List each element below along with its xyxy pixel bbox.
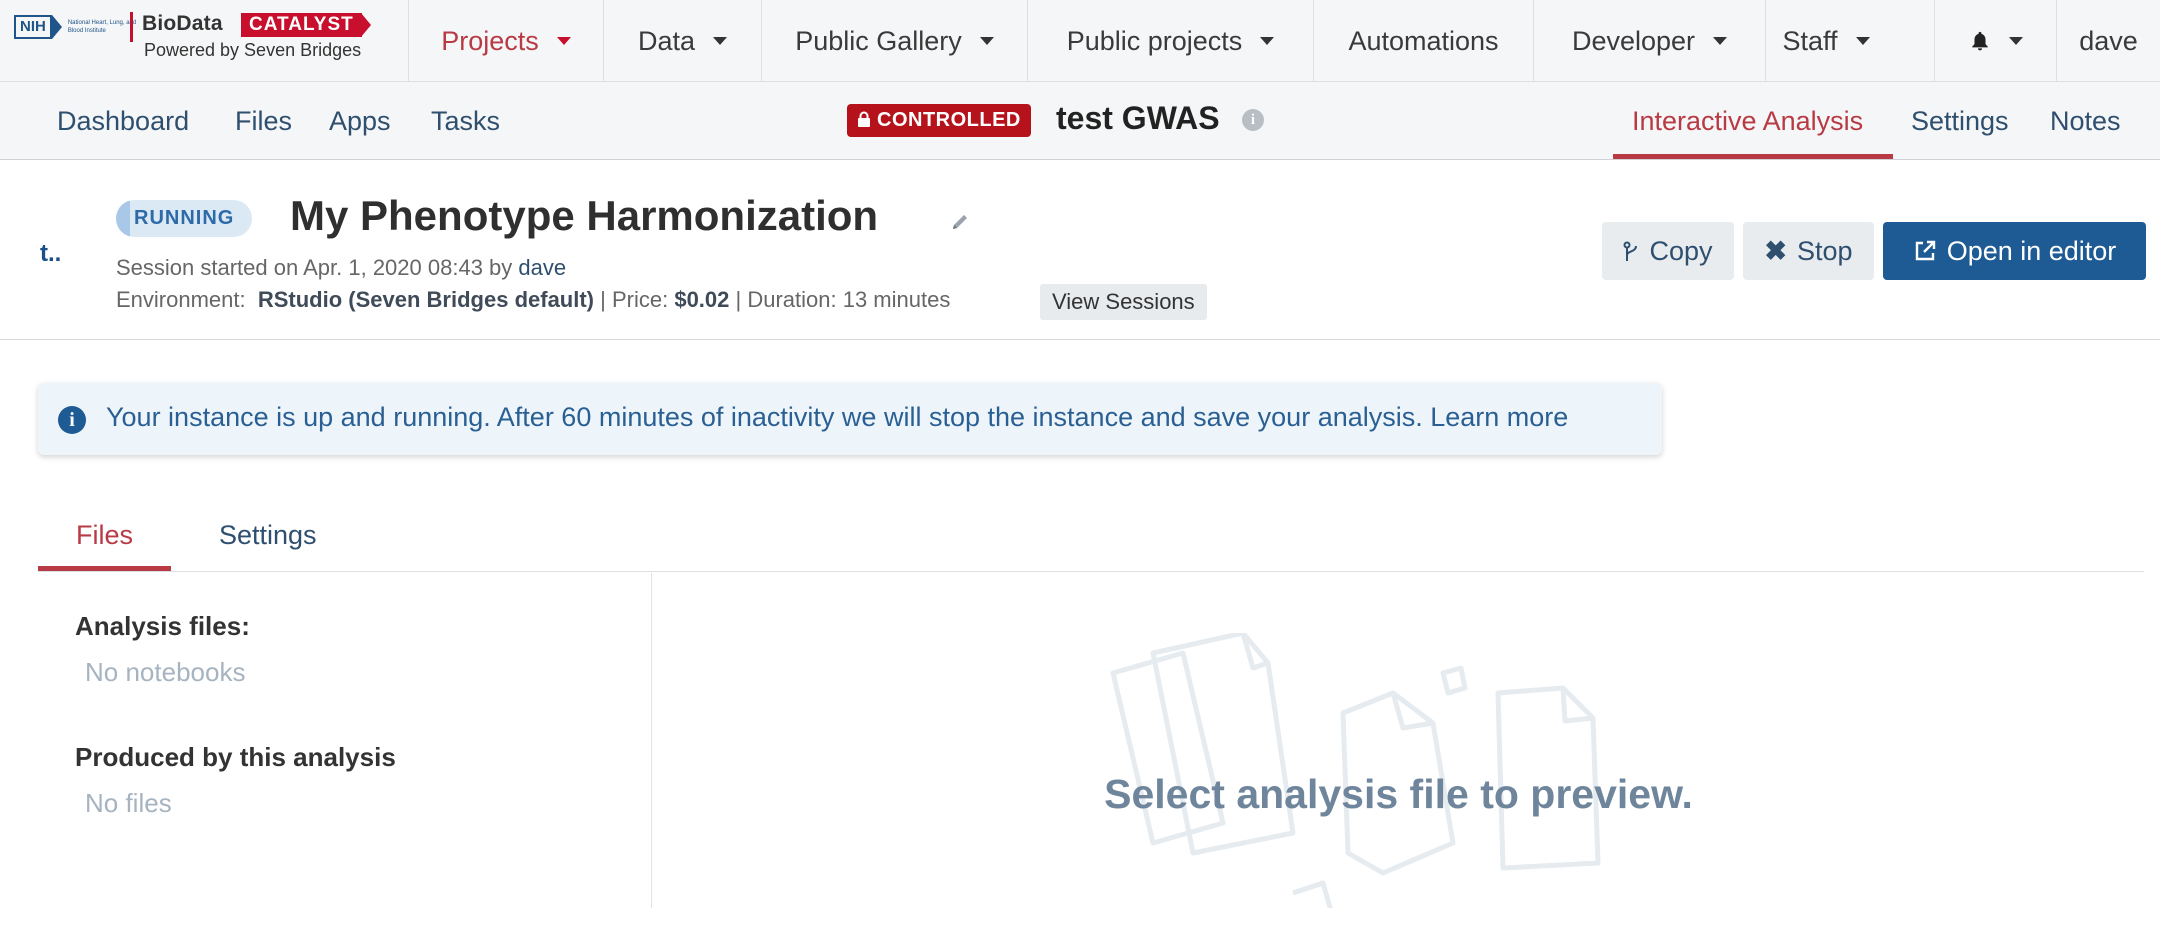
info-icon[interactable]: i [1242,109,1264,131]
active-tab-indicator [38,566,171,571]
duration: | Duration: 13 minutes [735,287,951,312]
lock-icon [858,111,870,127]
subnav-interactive-analysis[interactable]: Interactive Analysis [1632,82,1863,160]
nih-subtext: National Heart, Lung, and Blood Institut… [67,20,137,34]
brand-powered-by: Powered by Seven Bridges [144,40,362,60]
external-link-icon [1915,240,1935,261]
bell-icon [1971,31,1988,51]
subnav-files[interactable]: Files [235,82,292,160]
preview-placeholder: Select analysis file to preview. [1104,771,1693,817]
produced-files-heading: Produced by this analysis [75,742,396,772]
subnav-apps[interactable]: Apps [329,82,391,160]
chevron-down-icon [1713,37,1728,45]
file-preview-area: Select analysis file to preview. [653,573,2144,908]
fork-icon [1623,241,1638,261]
open-in-editor-button[interactable]: Open in editor [1883,222,2146,280]
view-sessions-button[interactable]: View Sessions [1040,284,1207,320]
brand-biodata: BioData [142,12,223,35]
nav-automations[interactable]: Automations [1313,0,1533,82]
banner-message: Your instance is up and running. After 6… [106,402,1569,432]
nav-projects[interactable]: Projects [408,0,603,82]
nav-notifications[interactable] [1934,0,2056,82]
nav-staff[interactable]: Staff [1765,0,1886,82]
status-badge: RUNNING [116,200,253,237]
copy-button[interactable]: Copy [1602,222,1734,280]
chevron-down-icon [1260,37,1275,45]
nih-logo: NIH National Heart, Lung, and Blood Inst… [14,14,138,40]
chevron-down-icon [1855,37,1870,45]
chevron-down-icon [713,37,728,45]
produced-files-empty: No files [85,788,172,818]
files-panel: Analysis files: No notebooks Produced by… [38,573,652,908]
session-info: Session started on Apr. 1, 2020 08:43 by… [116,255,567,280]
tab-files[interactable]: Files [76,500,133,570]
info-circle-icon: i [58,406,86,434]
nav-user-menu[interactable]: dave [2056,0,2160,82]
analysis-files-empty: No notebooks [85,657,246,687]
nav-developer[interactable]: Developer [1533,0,1765,82]
chevron-down-icon [556,37,571,45]
session-user-link[interactable]: dave [518,255,566,280]
analysis-files-heading: Analysis files: [75,611,250,641]
chevron-down-icon [979,37,994,45]
chevron-down-icon [2008,37,2023,45]
info-banner: i Your instance is up and running. After… [38,383,1662,455]
project-title: test GWAS [1056,100,1220,136]
active-tab-indicator [1613,154,1893,159]
subnav-dashboard[interactable]: Dashboard [57,82,189,160]
stop-button[interactable]: ✖ Stop [1743,222,1874,280]
controlled-badge: CONTROLLED [847,104,1031,137]
brand-catalyst: CATALYST [241,13,362,37]
nav-public-gallery[interactable]: Public Gallery [761,0,1027,82]
analysis-tabs: Files Settings [38,500,2144,572]
pencil-icon[interactable] [950,212,972,234]
subnav-notes[interactable]: Notes [2050,82,2121,160]
environment-value: RStudio (Seven Bridges default) [257,287,595,312]
app-mini-logo: t.. [40,240,62,267]
subnav-tasks[interactable]: Tasks [431,82,500,160]
nav-public-projects[interactable]: Public projects [1027,0,1313,82]
close-icon: ✖ [1764,236,1788,266]
brand-logo[interactable]: NIH National Heart, Lung, and Blood Inst… [14,12,402,70]
analysis-title: My Phenotype Harmonization [290,192,879,239]
environment-info: Environment: RStudio (Seven Bridges defa… [116,287,951,312]
nav-data[interactable]: Data [603,0,761,82]
tab-settings[interactable]: Settings [219,500,317,570]
subnav-settings[interactable]: Settings [1911,82,2009,160]
price-value: $0.02 [674,287,730,312]
top-navbar: NIH National Heart, Lung, and Blood Inst… [0,0,2160,82]
